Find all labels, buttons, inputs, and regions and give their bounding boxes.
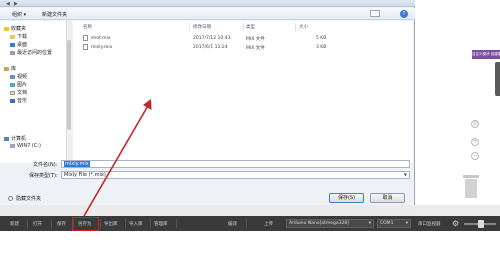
arrow-shaft — [83, 103, 150, 217]
annotation-arrow — [83, 99, 152, 217]
